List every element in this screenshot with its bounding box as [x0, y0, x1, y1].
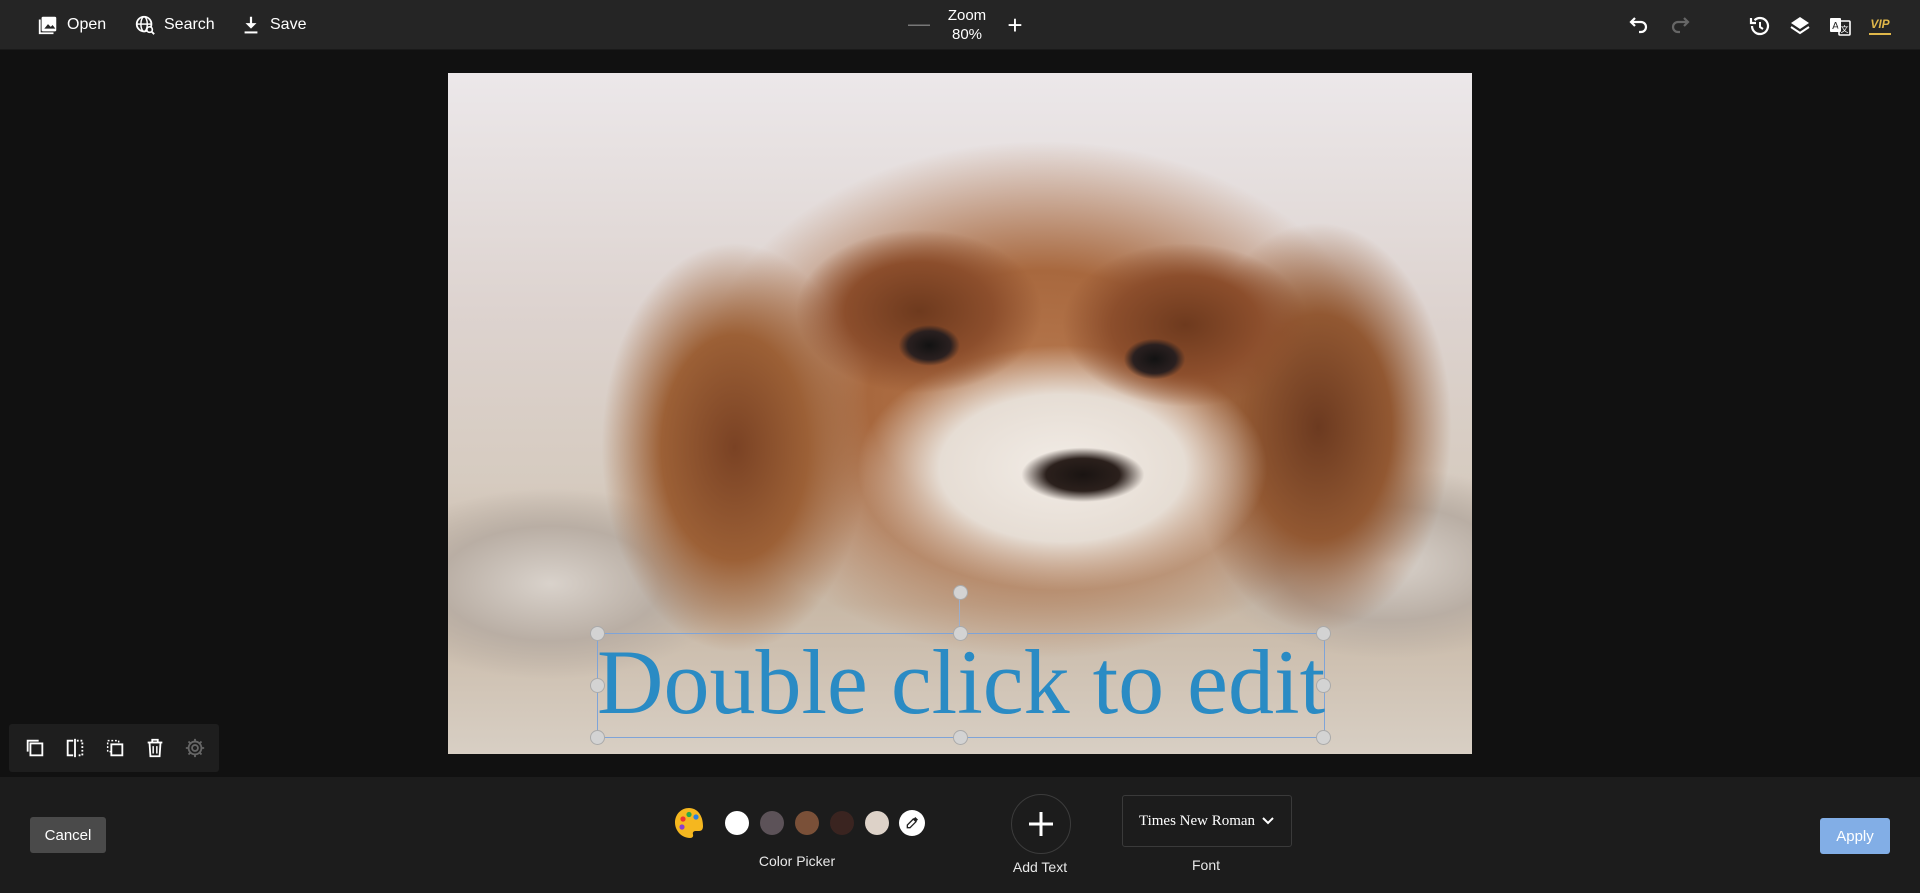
apply-button[interactable]: Apply — [1820, 818, 1890, 854]
svg-text:文: 文 — [1841, 24, 1849, 34]
arrange-button[interactable] — [103, 736, 127, 760]
translate-icon: A文 — [1830, 18, 1851, 36]
font-select-value: Times New Roman — [1138, 812, 1256, 829]
swatch-beige[interactable] — [865, 811, 889, 835]
vip-badge[interactable]: VIP — [1869, 16, 1891, 35]
zoom-out-button[interactable]: — — [905, 12, 933, 40]
chevron-down-icon — [1262, 817, 1274, 825]
history-icon — [1749, 16, 1770, 36]
layers-icon — [1790, 17, 1810, 35]
add-text-label: Add Text — [1012, 859, 1068, 875]
history-button[interactable] — [1747, 13, 1773, 39]
layers-button[interactable] — [1787, 13, 1813, 39]
zoom-label: Zoom — [947, 7, 987, 24]
resize-handle-top[interactable] — [953, 626, 968, 641]
zoom-readout: Zoom 80% — [935, 6, 999, 44]
copy-icon — [26, 739, 44, 757]
text-options-panel — [0, 777, 1920, 893]
redo-button[interactable] — [1667, 13, 1693, 39]
resize-handle-left[interactable] — [590, 678, 605, 693]
editable-text[interactable]: Double click to edit — [597, 627, 1325, 737]
gear-icon — [185, 738, 205, 758]
object-tools — [9, 724, 219, 772]
resize-handle-top-left[interactable] — [590, 626, 605, 641]
search-label: Search — [164, 16, 215, 33]
save-label: Save — [270, 16, 307, 33]
translate-button[interactable]: A文 — [1827, 13, 1853, 39]
trash-icon — [147, 738, 163, 758]
save-button[interactable]: Save — [240, 12, 306, 38]
swatch-white[interactable] — [725, 811, 749, 835]
zoom-in-button[interactable]: + — [1001, 12, 1029, 40]
open-button[interactable]: Open — [37, 12, 106, 38]
resize-handle-top-right[interactable] — [1316, 626, 1331, 641]
flip-button[interactable] — [63, 736, 87, 760]
resize-handle-right[interactable] — [1316, 678, 1331, 693]
layer-order-icon — [106, 739, 124, 757]
font-select[interactable]: Times New Roman — [1122, 795, 1292, 847]
color-picker-label: Color Picker — [758, 853, 836, 869]
search-button[interactable]: Search — [134, 12, 215, 38]
swatch-gray[interactable] — [760, 811, 784, 835]
resize-handle-bottom-left[interactable] — [590, 730, 605, 745]
plus-icon — [1029, 812, 1053, 836]
delete-button[interactable] — [143, 736, 167, 760]
svg-text:A: A — [1832, 21, 1839, 32]
duplicate-button[interactable] — [23, 736, 47, 760]
swatch-brown[interactable] — [795, 811, 819, 835]
top-toolbar: Open Search Save — Zoom 80% + A文 VIP — [0, 0, 1920, 50]
swatch-dark-brown[interactable] — [830, 811, 854, 835]
zoom-value: 80% — [951, 26, 983, 43]
undo-button[interactable] — [1626, 13, 1652, 39]
cancel-button[interactable]: Cancel — [30, 817, 106, 853]
palette-icon[interactable] — [673, 806, 705, 840]
globe-search-icon — [135, 15, 155, 35]
add-text-button[interactable] — [1011, 794, 1071, 854]
zoom-control: — Zoom 80% + — [905, 4, 1029, 46]
settings-button[interactable] — [183, 736, 207, 760]
download-icon — [244, 16, 258, 34]
eyedropper-icon — [906, 817, 918, 829]
image-icon — [38, 16, 57, 35]
font-label: Font — [1191, 857, 1220, 873]
redo-icon — [1671, 17, 1690, 34]
resize-handle-bottom-right[interactable] — [1316, 730, 1331, 745]
open-label: Open — [67, 16, 107, 33]
undo-icon — [1629, 17, 1648, 34]
rotate-handle[interactable] — [953, 585, 968, 600]
resize-handle-bottom[interactable] — [953, 730, 968, 745]
flip-icon — [66, 738, 84, 758]
eyedropper-button[interactable] — [899, 810, 925, 836]
